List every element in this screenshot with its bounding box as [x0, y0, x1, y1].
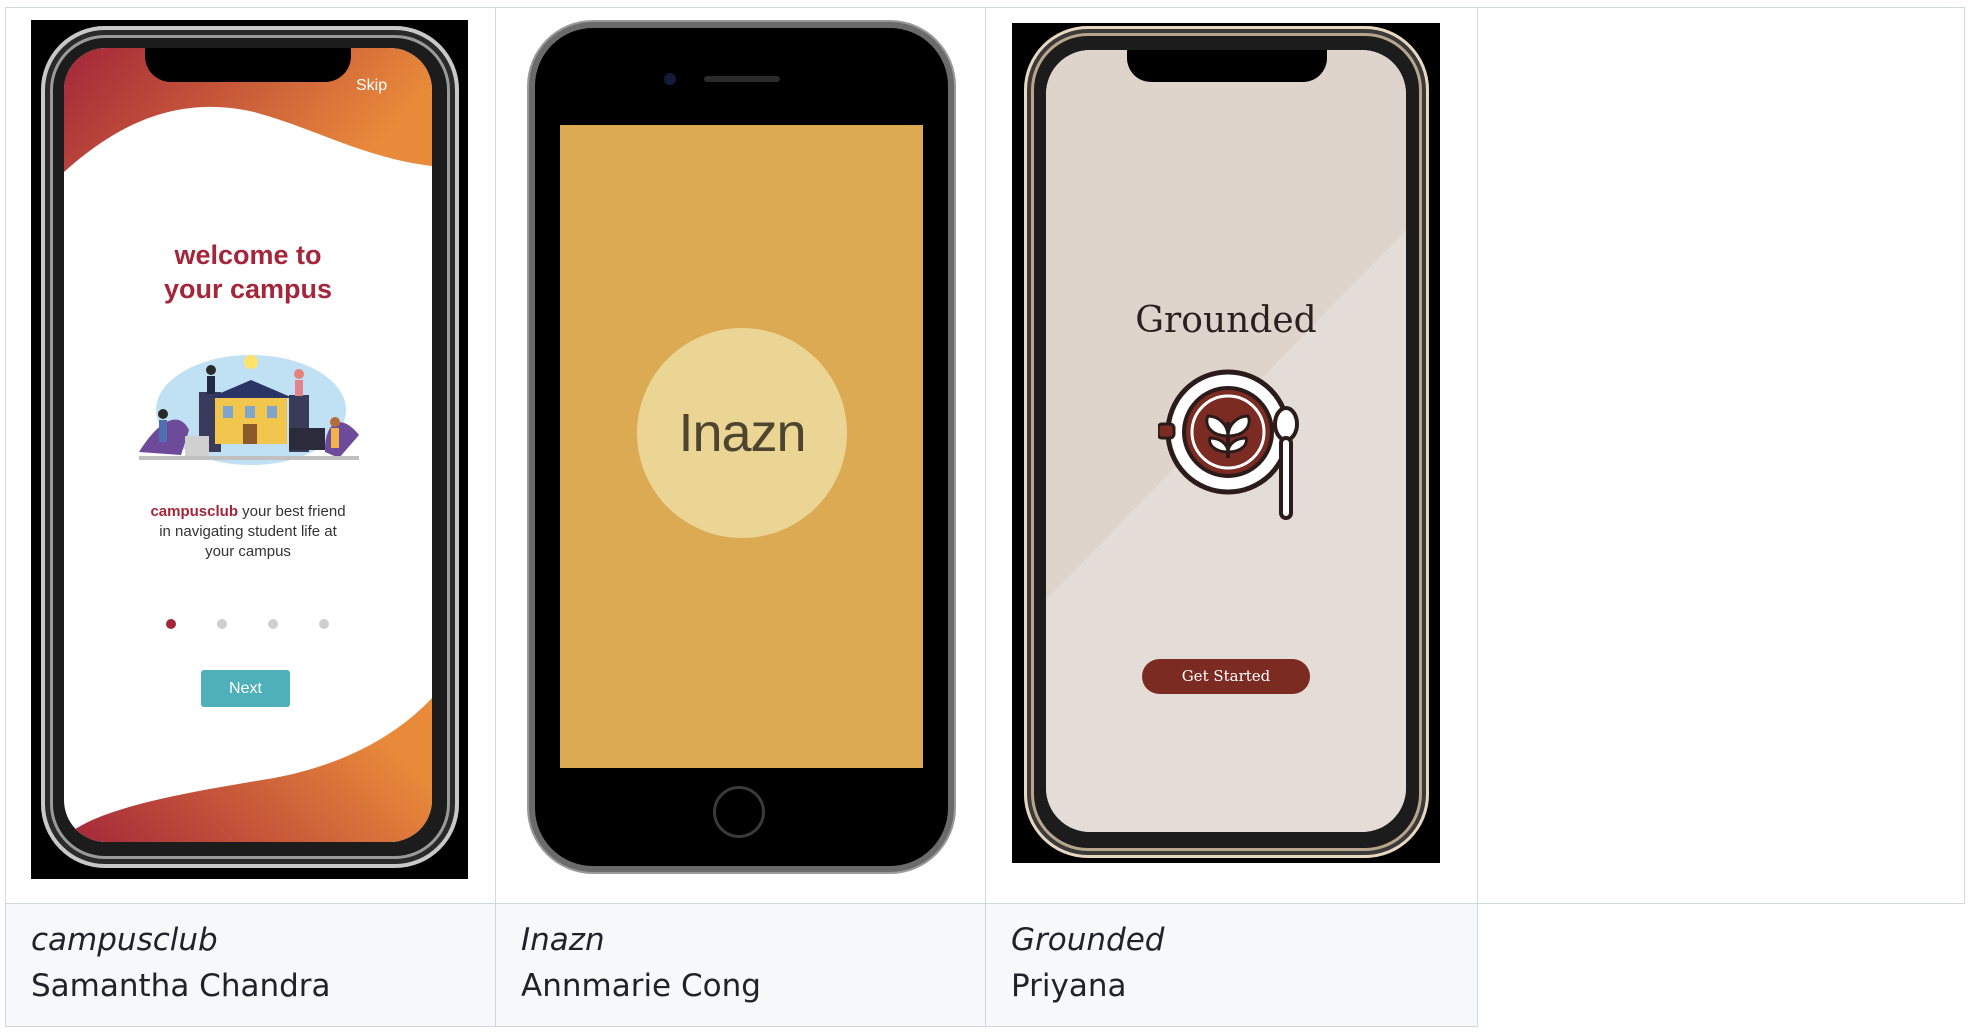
pager-dot[interactable] [217, 619, 227, 629]
caption-campusclub: campusclub Samantha Chandra [31, 918, 331, 1010]
pager-dot-active[interactable] [166, 619, 176, 629]
table-border-right [1964, 7, 1965, 904]
app-title: Inazn [521, 922, 605, 958]
app-title: campusclub [31, 922, 218, 958]
table-divider-2 [985, 7, 986, 1027]
brand-name: campusclub [150, 503, 238, 520]
caption-grounded: Grounded Priyana [1011, 918, 1164, 1010]
app-name: Grounded [1135, 300, 1317, 341]
phone-notch [145, 48, 351, 82]
get-started-button[interactable]: Get Started [1142, 659, 1310, 694]
heading-line-1: welcome to [174, 240, 322, 270]
inazn-logo: Inazn [637, 328, 847, 538]
table-border-left [5, 7, 6, 1027]
tagline: campusclub your best friend in navigatin… [146, 502, 350, 562]
pager-dot[interactable] [268, 619, 278, 629]
power-button [948, 190, 953, 246]
author-name: Priyana [1011, 968, 1127, 1004]
table-divider-1 [495, 7, 496, 1027]
author-name: Samantha Chandra [31, 968, 331, 1004]
speaker-grille [704, 76, 780, 82]
campus-illustration [139, 355, 359, 465]
table-border-bottom [5, 1026, 1478, 1027]
next-button[interactable]: Next [201, 670, 290, 707]
author-name: Annmarie Cong [521, 968, 761, 1004]
logo-text: Inazn [678, 403, 806, 463]
phone-notch [1127, 50, 1327, 82]
camera-icon [664, 73, 676, 85]
home-button[interactable] [713, 786, 765, 838]
pager-dot[interactable] [319, 619, 329, 629]
caption-inazn: Inazn Annmarie Cong [521, 918, 761, 1010]
welcome-heading: welcome to your campus [64, 238, 432, 306]
heading-line-2: your campus [163, 274, 333, 304]
app-title: Grounded [1011, 922, 1165, 958]
table-divider-3 [1477, 7, 1478, 1027]
skip-button[interactable]: Skip [356, 77, 387, 95]
coffee-cup-icon [1158, 369, 1299, 520]
